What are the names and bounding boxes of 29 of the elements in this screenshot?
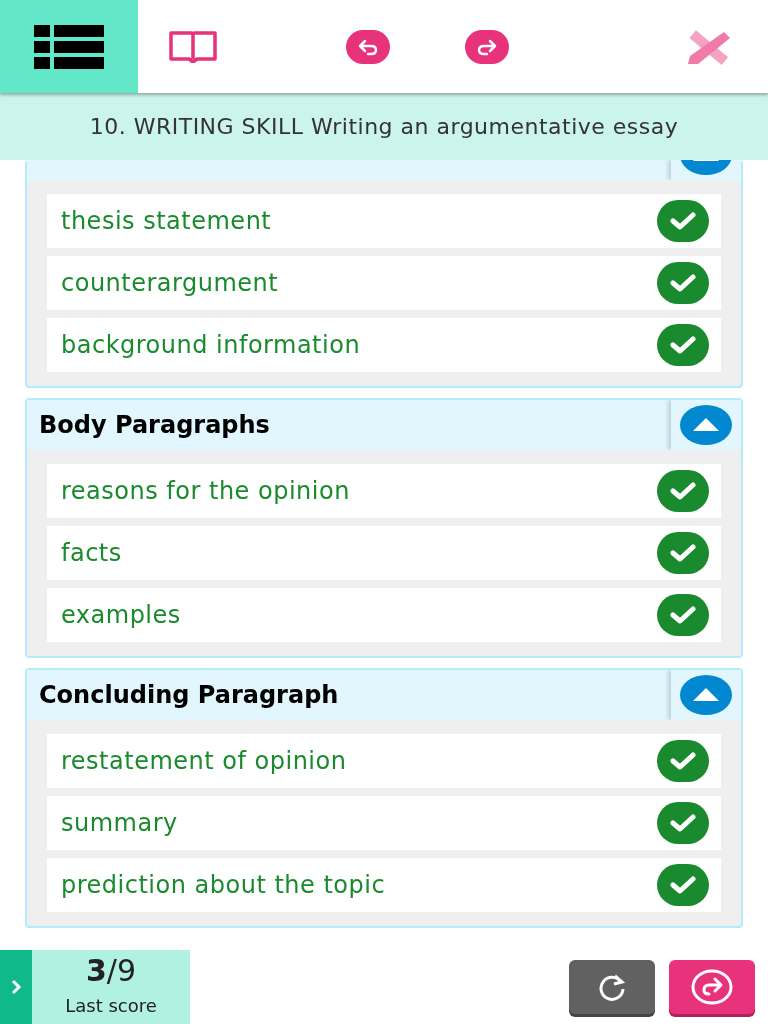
- next-button[interactable]: [669, 960, 755, 1014]
- book-icon: [169, 30, 217, 63]
- answer-text: examples: [61, 600, 181, 631]
- score-label: Last score: [65, 993, 157, 1018]
- answer-text: restatement of opinion: [61, 746, 347, 777]
- answer-text: thesis statement: [61, 206, 272, 237]
- answer-text: facts: [61, 538, 122, 569]
- redo-icon: [476, 37, 498, 56]
- list-icon: [34, 24, 104, 69]
- forward-icon: [691, 969, 733, 1005]
- answer-text: counterargument: [61, 268, 279, 299]
- collapse-button[interactable]: [671, 670, 741, 720]
- collapse-button[interactable]: [671, 160, 741, 180]
- redo-button[interactable]: [465, 29, 509, 64]
- answer-text: reasons for the opinion: [61, 476, 350, 507]
- chevron-right-icon: [10, 979, 22, 995]
- list-button[interactable]: [0, 0, 138, 93]
- answer-text: prediction about the topic: [61, 870, 386, 901]
- lesson-title: 10. WRITING SKILL Writing an argumentative essay: [89, 113, 679, 141]
- score-value: 3/9: [85, 955, 137, 986]
- answer-text: background information: [61, 330, 361, 361]
- answer-text: summary: [61, 808, 178, 839]
- refresh-icon: [597, 972, 627, 1002]
- collapse-button[interactable]: [671, 400, 741, 450]
- retry-button[interactable]: [569, 960, 655, 1014]
- section-title: Body Paragraphs: [38, 410, 271, 441]
- undo-button[interactable]: [346, 29, 390, 64]
- section-title: Concluding Paragraph: [38, 680, 340, 711]
- undo-icon: [357, 37, 379, 56]
